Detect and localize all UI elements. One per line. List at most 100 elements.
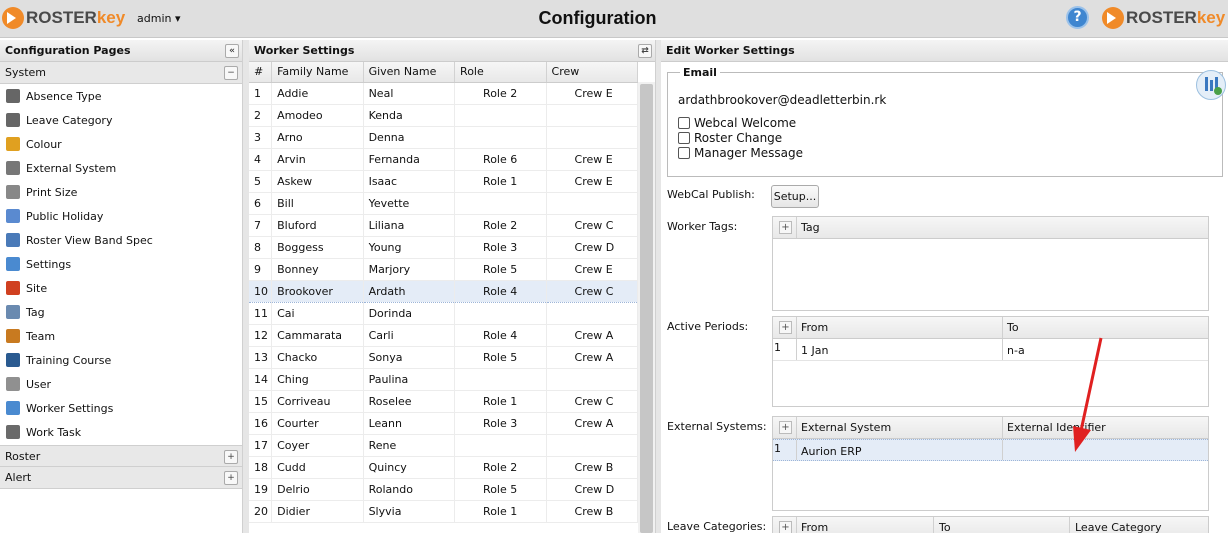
sidebar-item-label: Settings — [26, 257, 72, 271]
table-row[interactable]: 1 Addie Neal Role 2 Crew E — [249, 82, 639, 105]
column-header[interactable]: Role — [454, 62, 547, 83]
table-cell: Denna — [363, 126, 456, 149]
checkbox-box[interactable] — [678, 131, 690, 144]
email-address: ardathbrookover@deadletterbin.rk — [678, 93, 887, 107]
table-row[interactable]: 7 Bluford Liliana Role 2 Crew C — [249, 214, 639, 237]
sidebar-item-absence-type[interactable]: Absence Type — [0, 84, 242, 108]
table-row[interactable]: 16 Courter Leann Role 3 Crew A — [249, 412, 639, 435]
table-row[interactable]: 9 Bonney Marjory Role 5 Crew E — [249, 258, 639, 281]
add-period-button[interactable]: + — [779, 321, 792, 334]
checkbox-roster-change[interactable]: Roster Change — [678, 130, 803, 145]
table-row[interactable]: 10 Brookover Ardath Role 4 Crew C — [249, 279, 639, 303]
calendar-icon — [6, 209, 20, 223]
table-cell: Crew E — [546, 82, 639, 105]
table-cell — [454, 434, 547, 457]
sidebar-item-user[interactable]: User — [0, 372, 242, 396]
table-row[interactable]: 13 Chacko Sonya Role 5 Crew A — [249, 346, 639, 369]
sidebar-item-team[interactable]: Team — [0, 324, 242, 348]
setup-button[interactable]: Setup... — [771, 185, 819, 208]
settings-icon — [6, 257, 20, 271]
sidebar-item-work-task[interactable]: Work Task — [0, 420, 242, 444]
table-row[interactable]: 19 Delrio Rolando Role 5 Crew D — [249, 478, 639, 501]
table-row[interactable]: 14 Ching Paulina — [249, 368, 639, 391]
column-header[interactable]: # — [249, 62, 273, 83]
checkbox-label: Manager Message — [694, 145, 804, 160]
sidebar-item-settings[interactable]: Settings — [0, 252, 242, 276]
sidebar-item-roster-view-band-spec[interactable]: Roster View Band Spec — [0, 228, 242, 252]
table-cell: Isaac — [363, 170, 456, 193]
checkbox-box[interactable] — [678, 146, 690, 159]
refresh-icon[interactable]: ⇄ — [638, 44, 652, 58]
table-cell: 13 — [249, 346, 273, 369]
table-row[interactable]: 1 Aurion ERP — [773, 439, 1208, 461]
table-cell: 5 — [249, 170, 273, 193]
column-header[interactable]: Family Name — [271, 62, 364, 83]
sidebar-item-external-system[interactable]: External System — [0, 156, 242, 180]
sidebar-item-public-holiday[interactable]: Public Holiday — [0, 204, 242, 228]
table-row[interactable]: 17 Coyer Rene — [249, 434, 639, 457]
scroll-thumb[interactable] — [640, 84, 653, 533]
table-row[interactable]: 2 Amodeo Kenda — [249, 104, 639, 127]
checkbox-label: Webcal Welcome — [694, 115, 797, 130]
table-cell: Carli — [363, 324, 456, 347]
section-roster[interactable]: Roster + — [0, 445, 242, 467]
table-cell: 4 — [249, 148, 273, 171]
table-row[interactable]: 11 Cai Dorinda — [249, 302, 639, 325]
table-row[interactable]: 3 Arno Denna — [249, 126, 639, 149]
leave-categories-grid: + From To Leave Category — [772, 516, 1209, 533]
sidebar-item-site[interactable]: Site — [0, 276, 242, 300]
table-row[interactable]: 8 Boggess Young Role 3 Crew D — [249, 236, 639, 259]
table-cell — [454, 192, 547, 215]
keyboard-icon — [6, 377, 20, 391]
scrollbar[interactable] — [638, 82, 655, 533]
section-alert[interactable]: Alert + — [0, 467, 242, 489]
checkbox-manager-message[interactable]: Manager Message — [678, 145, 803, 160]
table-cell — [546, 368, 639, 391]
table-row[interactable]: 4 Arvin Fernanda Role 6 Crew E — [249, 148, 639, 171]
table-cell: Role 5 — [454, 258, 547, 281]
expand-section-button[interactable]: + — [224, 450, 238, 464]
table-cell: Ching — [271, 368, 364, 391]
collapse-section-button[interactable]: − — [224, 66, 238, 80]
collapse-panel-button[interactable]: « — [225, 44, 239, 58]
table-row[interactable]: 20 Didier Slyvia Role 1 Crew B — [249, 500, 639, 523]
help-icon[interactable]: ? — [1066, 6, 1089, 29]
table-cell: Chacko — [271, 346, 364, 369]
table-cell: Addie — [271, 82, 364, 105]
sidebar-item-leave-category[interactable]: Leave Category — [0, 108, 242, 132]
table-cell: Fernanda — [363, 148, 456, 171]
table-cell: Corriveau — [271, 390, 364, 413]
section-system[interactable]: System − — [0, 62, 242, 84]
table-row[interactable]: 11 Jan n-a — [773, 339, 1208, 361]
add-system-button[interactable]: + — [779, 421, 792, 434]
checkbox-webcal-welcome[interactable]: Webcal Welcome — [678, 115, 803, 130]
add-tag-button[interactable]: + — [779, 221, 792, 234]
table-cell: Role 6 — [454, 148, 547, 171]
sidebar-item-tag[interactable]: Tag — [0, 300, 242, 324]
leave-categories-label: Leave Categories: — [667, 520, 767, 533]
table-row[interactable]: 15 Corriveau Roselee Role 1 Crew C — [249, 390, 639, 413]
expand-section-button[interactable]: + — [224, 471, 238, 485]
table-row[interactable]: 18 Cudd Quincy Role 2 Crew B — [249, 456, 639, 479]
table-cell: Role 4 — [454, 324, 547, 347]
table-cell: Askew — [271, 170, 364, 193]
sidebar-item-worker-settings[interactable]: Worker Settings — [0, 396, 242, 420]
table-row[interactable]: 6 Bill Yevette — [249, 192, 639, 215]
table-cell: Neal — [363, 82, 456, 105]
task-icon — [6, 425, 20, 439]
table-cell: Rene — [363, 434, 456, 457]
table-row[interactable]: 5 Askew Isaac Role 1 Crew E — [249, 170, 639, 193]
add-leave-button[interactable]: + — [779, 521, 792, 533]
table-row[interactable]: 12 Cammarata Carli Role 4 Crew A — [249, 324, 639, 347]
column-header[interactable]: Crew — [546, 62, 639, 83]
checkbox-box[interactable] — [678, 116, 690, 129]
table-cell: Crew C — [546, 279, 639, 303]
table-cell: Slyvia — [363, 500, 456, 523]
sidebar-item-colour[interactable]: Colour — [0, 132, 242, 156]
table-cell: Role 1 — [454, 390, 547, 413]
sidebar-item-print-size[interactable]: Print Size — [0, 180, 242, 204]
sidebar-item-label: Tag — [26, 305, 45, 319]
column-header[interactable]: Given Name — [363, 62, 456, 83]
sidebar-item-training-course[interactable]: Training Course — [0, 348, 242, 372]
grid-icon — [6, 233, 20, 247]
